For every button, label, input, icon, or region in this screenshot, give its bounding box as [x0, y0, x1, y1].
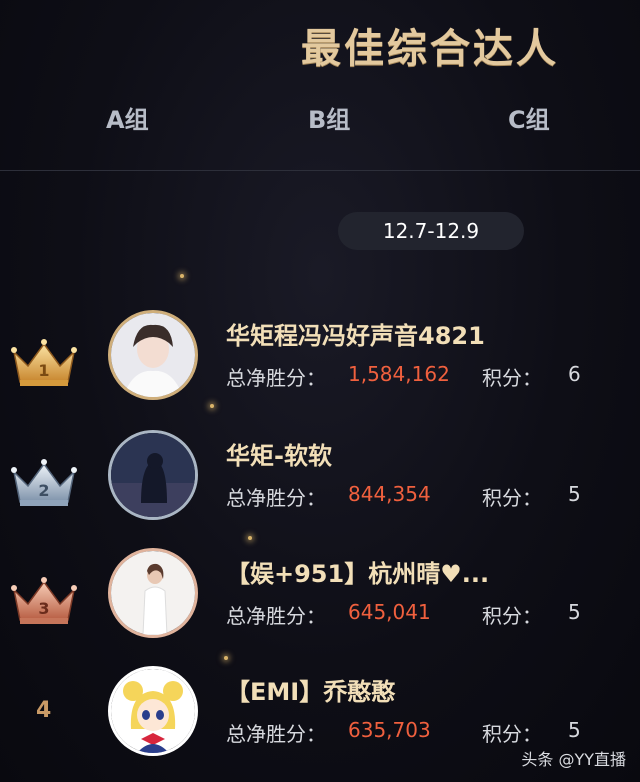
score-value: 5	[568, 600, 581, 624]
entry-name: 【娱+951】杭州晴♥...	[226, 560, 490, 588]
gold-crown-icon: 1	[8, 336, 84, 392]
avatar[interactable]	[108, 666, 198, 756]
date-range-badge[interactable]: 12.7-12.9	[338, 212, 524, 250]
avatar[interactable]	[108, 310, 198, 400]
score-value: 5	[568, 718, 581, 742]
leaderboard-row[interactable]: 3 【娱+951】杭州晴♥... 总净胜分： 645,041 积分： 5	[0, 546, 640, 656]
svg-text:2: 2	[38, 481, 49, 500]
avatar[interactable]	[108, 548, 198, 638]
tabs-divider	[0, 170, 640, 171]
win-label: 总净胜分：	[226, 604, 326, 628]
win-label: 总净胜分：	[226, 486, 326, 510]
tab-group-a[interactable]: A组	[106, 100, 149, 135]
svg-text:3: 3	[38, 599, 49, 618]
svg-text:1: 1	[38, 361, 49, 380]
group-tabs: A组 B组 C组	[0, 100, 640, 140]
win-value: 645,041	[348, 600, 431, 624]
leaderboard-row[interactable]: 1 华矩程冯冯好声音4821 总净胜分： 1,584,162 积分： 6	[0, 308, 640, 418]
win-value: 1,584,162	[348, 362, 450, 386]
score-label: 积分：	[482, 366, 542, 390]
score-label: 积分：	[482, 604, 542, 628]
silver-crown-icon: 2	[8, 456, 84, 512]
avatar[interactable]	[108, 430, 198, 520]
score-value: 6	[568, 362, 581, 386]
leaderboard-row[interactable]: 2 华矩-软软 总净胜分： 844,354 积分： 5	[0, 428, 640, 538]
bronze-crown-icon: 3	[8, 574, 84, 630]
win-label: 总净胜分：	[226, 366, 326, 390]
entry-name: 华矩程冯冯好声音4821	[226, 322, 485, 350]
entry-name: 【EMI】乔憨憨	[226, 678, 396, 706]
entry-name: 华矩-软软	[226, 442, 332, 470]
rank-number: 4	[36, 698, 52, 723]
watermark: 头条 @YY直播	[521, 750, 626, 769]
win-value: 844,354	[348, 482, 431, 506]
tab-group-c[interactable]: C组	[508, 100, 550, 135]
sparkle-icon	[180, 274, 184, 278]
win-label: 总净胜分：	[226, 722, 326, 746]
score-value: 5	[568, 482, 581, 506]
tab-group-b[interactable]: B组	[308, 100, 350, 135]
page-title: 最佳综合达人	[301, 26, 559, 72]
score-label: 积分：	[482, 486, 542, 510]
win-value: 635,703	[348, 718, 431, 742]
sparkle-icon	[224, 656, 228, 660]
score-label: 积分：	[482, 722, 542, 746]
